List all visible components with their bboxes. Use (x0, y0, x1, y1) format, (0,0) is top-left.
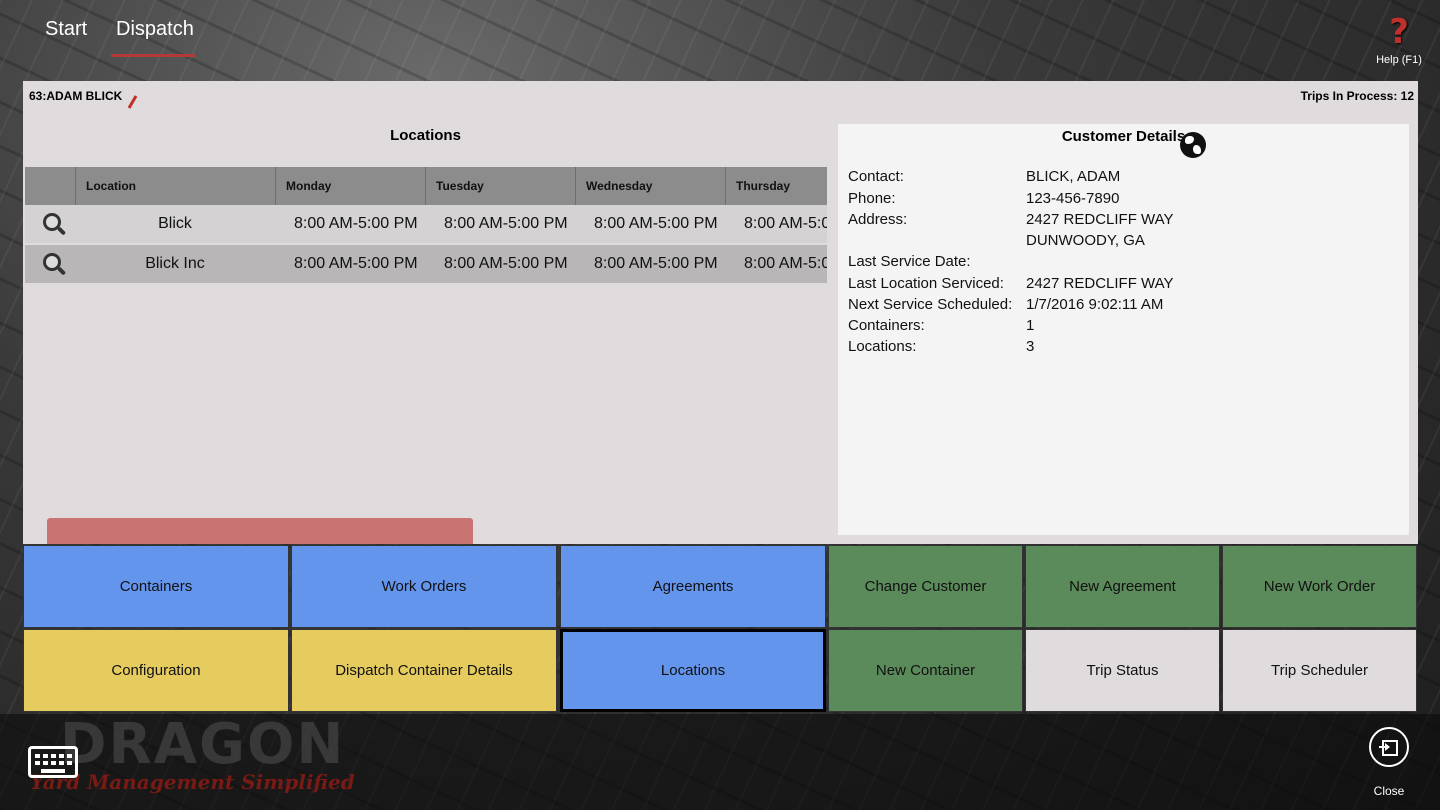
question-mark-icon: ? (1389, 12, 1409, 52)
top-navigation: Start Dispatch ? Help (F1) (0, 0, 1440, 80)
containers-button[interactable]: Containers (23, 545, 289, 628)
contact-label: Contact: (848, 168, 904, 185)
new-work-order-button[interactable]: New Work Order (1222, 545, 1417, 628)
change-customer-button[interactable]: Change Customer (828, 545, 1023, 628)
customer-name: 63:ADAM BLICK (29, 89, 123, 103)
address-line1: 2427 REDCLIFF WAY (1026, 211, 1174, 228)
edit-pencil-icon[interactable] (127, 95, 138, 109)
horizontal-scrollbar[interactable] (47, 518, 473, 544)
thursday-hours: 8:00 AM-5:00 PM (744, 255, 827, 272)
trip-scheduler-button[interactable]: Trip Scheduler (1222, 629, 1417, 712)
header-wednesday[interactable]: Wednesday (575, 167, 725, 205)
brand-logo: DRAGON Yard Management Simplified (30, 712, 360, 800)
trip-status-button[interactable]: Trip Status (1025, 629, 1220, 712)
header-monday[interactable]: Monday (275, 167, 425, 205)
location-name: Blick (158, 215, 192, 232)
trips-in-process: Trips In Process: 12 (1300, 89, 1414, 103)
next-service-label: Next Service Scheduled: (848, 296, 1013, 313)
customer-details-title: Customer Details (1061, 128, 1186, 145)
table-row[interactable]: Blick Inc 8:00 AM-5:00 PM 8:00 AM-5:00 P… (25, 245, 827, 283)
tab-dispatch[interactable]: Dispatch (116, 18, 194, 48)
tab-start[interactable]: Start (45, 18, 87, 48)
phone-value: 123-456-7890 (1026, 190, 1120, 207)
help-label: Help (F1) (1376, 54, 1422, 66)
agreements-button[interactable]: Agreements (560, 545, 826, 628)
header-thursday[interactable]: Thursday (725, 167, 827, 205)
tuesday-hours: 8:00 AM-5:00 PM (444, 255, 568, 272)
tuesday-hours: 8:00 AM-5:00 PM (444, 215, 568, 232)
active-tab-indicator (111, 54, 196, 57)
last-location-label: Last Location Serviced: (848, 275, 1004, 292)
close-label: Close (1373, 784, 1405, 798)
next-service-value: 1/7/2016 9:02:11 AM (1026, 296, 1164, 313)
containers-label: Containers: (848, 317, 925, 334)
locations-grid: Location Monday Tuesday Wednesday Thursd… (25, 167, 827, 283)
grid-header: Location Monday Tuesday Wednesday Thursd… (25, 167, 827, 205)
containers-value: 1 (1026, 317, 1035, 334)
header-search-column (25, 167, 75, 205)
locations-title: Locations (390, 127, 461, 144)
table-row[interactable]: Blick 8:00 AM-5:00 PM 8:00 AM-5:00 PM 8:… (25, 205, 827, 243)
address-label: Address: (848, 211, 908, 228)
new-container-button[interactable]: New Container (828, 629, 1023, 712)
help-button[interactable]: ? Help (F1) (1372, 14, 1426, 66)
contact-value: BLICK, ADAM (1026, 168, 1121, 185)
locations-value: 3 (1026, 338, 1035, 355)
header-location[interactable]: Location (75, 167, 275, 205)
monday-hours: 8:00 AM-5:00 PM (294, 255, 418, 272)
header-tuesday[interactable]: Tuesday (425, 167, 575, 205)
monday-hours: 8:00 AM-5:00 PM (294, 215, 418, 232)
exit-icon (1369, 727, 1409, 767)
phone-label: Phone: (848, 190, 896, 207)
magnifier-icon[interactable] (43, 253, 69, 277)
brand-tagline: Yard Management Simplified (30, 770, 355, 794)
globe-icon[interactable] (1180, 132, 1206, 158)
keyboard-icon[interactable] (28, 746, 78, 778)
main-panel: 63:ADAM BLICK Trips In Process: 12 Locat… (23, 81, 1418, 544)
dispatch-container-details-button[interactable]: Dispatch Container Details (291, 629, 557, 712)
thursday-hours: 8:00 AM-5:00 PM (744, 215, 827, 232)
wednesday-hours: 8:00 AM-5:00 PM (594, 215, 718, 232)
brand-title: DRAGON (60, 712, 346, 777)
work-orders-button[interactable]: Work Orders (291, 545, 557, 628)
location-name: Blick Inc (145, 255, 205, 272)
magnifier-icon[interactable] (43, 213, 69, 237)
last-location-value: 2427 REDCLIFF WAY (1026, 275, 1174, 292)
new-agreement-button[interactable]: New Agreement (1025, 545, 1220, 628)
close-button[interactable]: Close (1364, 727, 1414, 798)
locations-label: Locations: (848, 338, 917, 355)
last-service-date-label: Last Service Date: (848, 253, 971, 270)
wednesday-hours: 8:00 AM-5:00 PM (594, 255, 718, 272)
configuration-button[interactable]: Configuration (23, 629, 289, 712)
customer-details-panel: Customer Details Contact: BLICK, ADAM Ph… (838, 124, 1409, 535)
address-line2: DUNWOODY, GA (1026, 232, 1145, 249)
locations-button[interactable]: Locations (560, 629, 826, 712)
